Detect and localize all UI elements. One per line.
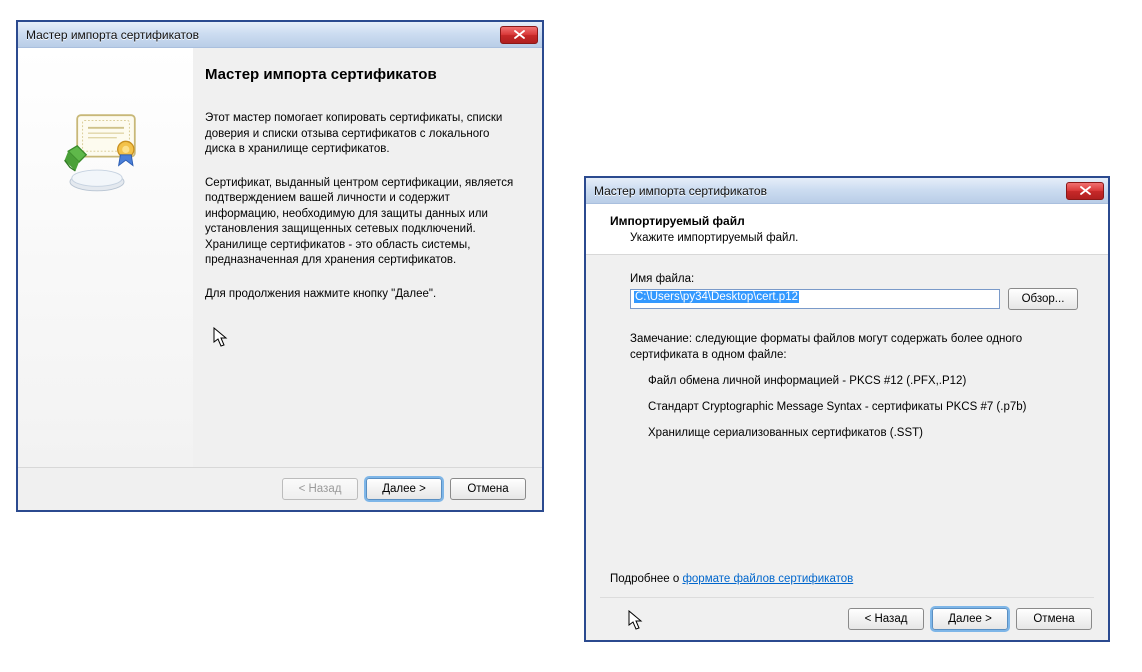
close-icon (1080, 186, 1091, 195)
wizard-continue-hint: Для продолжения нажмите кнопку "Далее". (205, 287, 518, 303)
back-button: < Назад (282, 478, 358, 500)
cert-wizard-welcome-dialog: Мастер импорта сертификатов (16, 20, 544, 512)
page-header: Импортируемый файл Укажите импортируемый… (586, 204, 1108, 255)
formats-list: Файл обмена личной информацией - PKCS #1… (630, 375, 1078, 439)
filename-label: Имя файла: (630, 273, 1078, 285)
page-subtitle: Укажите импортируемый файл. (610, 232, 1082, 244)
titlebar[interactable]: Мастер импорта сертификатов (586, 178, 1108, 204)
wizard-heading: Мастер импорта сертификатов (205, 66, 518, 83)
window-title: Мастер импорта сертификатов (26, 28, 500, 42)
format-item: Стандарт Cryptographic Message Syntax - … (630, 401, 1078, 413)
certificate-icon (61, 108, 151, 198)
more-info-row: Подробнее о формате файлов сертификатов (586, 573, 1108, 591)
button-row: < Назад Далее > Отмена (18, 468, 542, 510)
close-button[interactable] (1066, 182, 1104, 200)
filename-input[interactable]: C:\Users\py34\Desktop\cert.p12 (630, 289, 1000, 309)
cancel-button[interactable]: Отмена (450, 478, 526, 500)
button-row: < Назад Далее > Отмена (586, 598, 1108, 640)
wizard-intro-text-1: Этот мастер помогает копировать сертифик… (205, 111, 518, 158)
more-info-prefix: Подробнее о (610, 573, 682, 585)
wizard-intro-text-2: Сертификат, выданный центром сертификаци… (205, 176, 518, 269)
cancel-button[interactable]: Отмена (1016, 608, 1092, 630)
cert-wizard-file-dialog: Мастер импорта сертификатов Импортируемы… (584, 176, 1110, 642)
browse-button[interactable]: Обзор... (1008, 288, 1078, 310)
formats-note: Замечание: следующие форматы файлов могу… (630, 332, 1078, 363)
format-item: Файл обмена личной информацией - PKCS #1… (630, 375, 1078, 387)
titlebar[interactable]: Мастер импорта сертификатов (18, 22, 542, 48)
window-title: Мастер импорта сертификатов (594, 184, 1066, 198)
more-info-link[interactable]: формате файлов сертификатов (682, 573, 853, 585)
close-button[interactable] (500, 26, 538, 44)
close-icon (514, 30, 525, 39)
next-button[interactable]: Далее > (932, 608, 1008, 630)
wizard-sidebar (18, 48, 193, 467)
page-title: Импортируемый файл (610, 214, 1082, 228)
back-button[interactable]: < Назад (848, 608, 924, 630)
format-item: Хранилище сериализованных сертификатов (… (630, 427, 1078, 439)
next-button[interactable]: Далее > (366, 478, 442, 500)
